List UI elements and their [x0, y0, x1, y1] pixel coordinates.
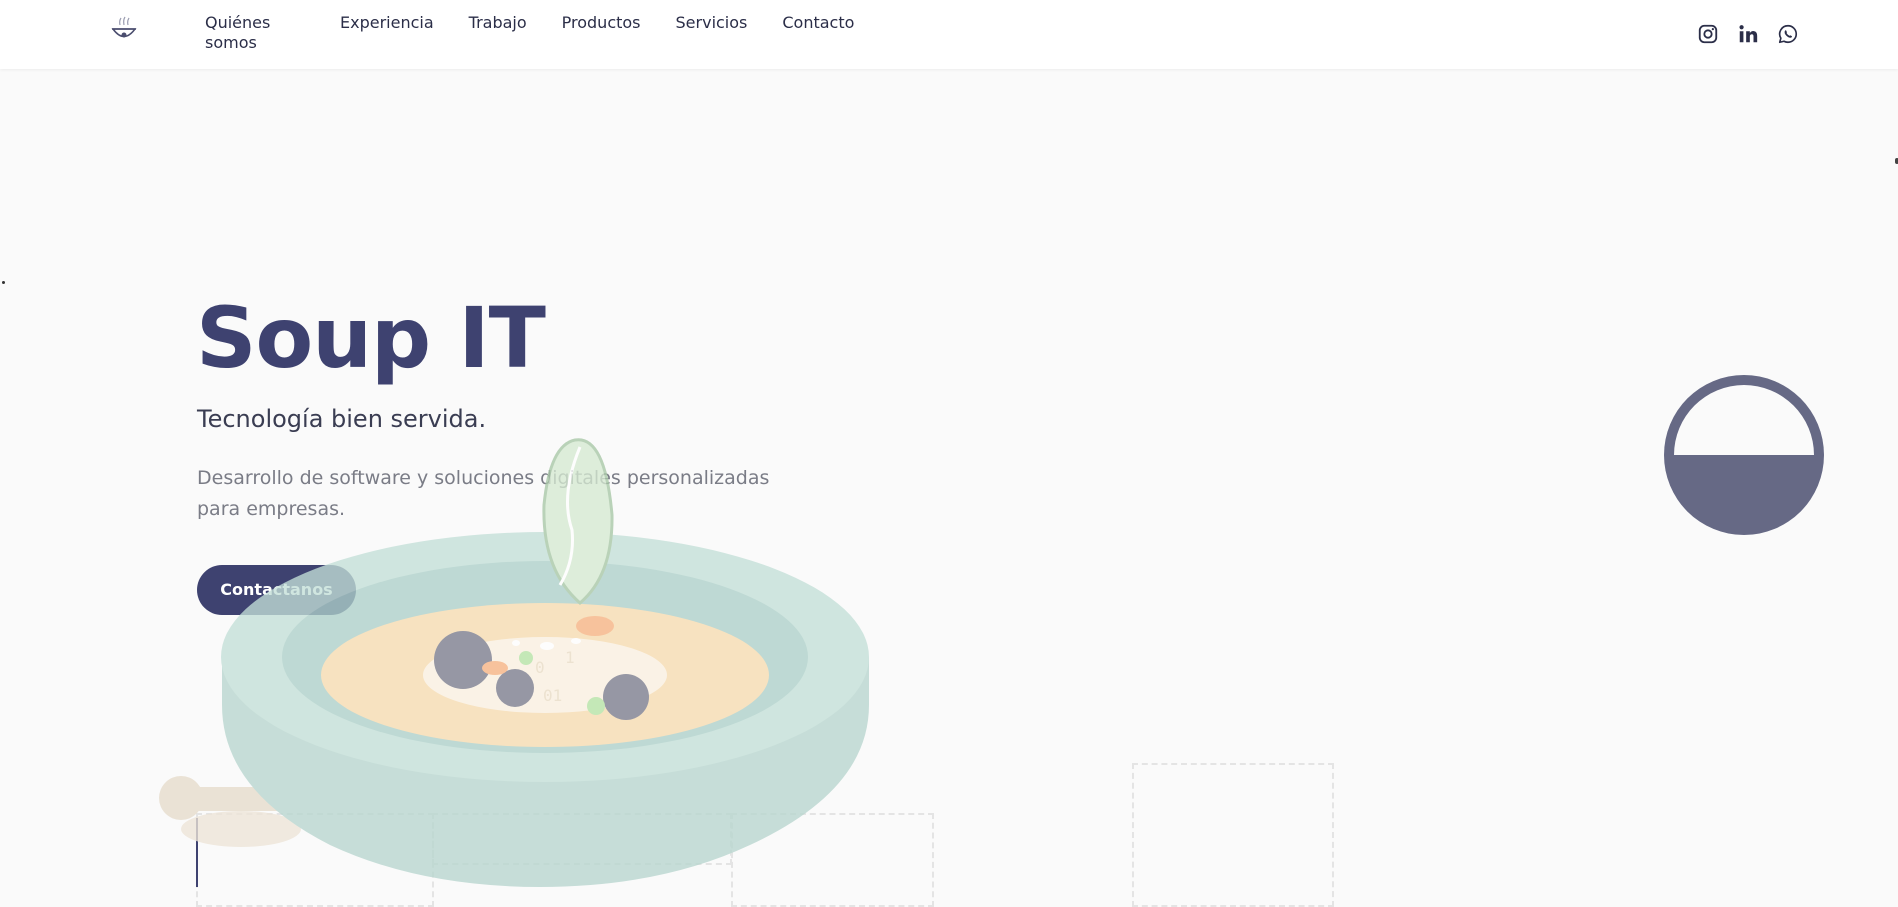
svg-text:01: 01 [543, 686, 562, 705]
soup-ingredients [434, 616, 649, 720]
scroll-indicator [196, 818, 198, 887]
hero-subtitle: Tecnología bien servida. [197, 405, 487, 433]
instagram-icon[interactable] [1697, 23, 1719, 45]
decorative-dashed-box [1132, 763, 1334, 907]
nav-link-quienes-somos[interactable]: Quiénes somos [205, 13, 305, 53]
contact-button[interactable]: Contactanos [197, 565, 356, 615]
nav-link-contacto[interactable]: Contacto [782, 13, 854, 33]
half-bowl-icon [1664, 375, 1824, 535]
decorative-dashed-box [196, 813, 434, 907]
whatsapp-icon[interactable] [1777, 23, 1799, 45]
nav-link-servicios[interactable]: Servicios [676, 13, 748, 33]
nav-link-experiencia[interactable]: Experiencia [340, 13, 434, 33]
hero-title: Soup IT [196, 289, 546, 387]
navbar: Quiénes somos Experiencia Trabajo Produc… [0, 0, 1898, 69]
stray-dot [2, 281, 5, 284]
nav-link-trabajo[interactable]: Trabajo [469, 13, 527, 33]
main-nav: Quiénes somos Experiencia Trabajo Produc… [205, 13, 854, 53]
soup-bowl-logo[interactable] [108, 14, 140, 46]
binary-digits-graphic: 0 1 01 [535, 648, 575, 705]
decorative-dashed-box [432, 813, 732, 865]
hero-description: Desarrollo de software y soluciones digi… [197, 467, 770, 520]
decorative-dashed-box [731, 813, 934, 907]
svg-text:1: 1 [565, 648, 575, 667]
linkedin-icon[interactable] [1737, 23, 1759, 45]
svg-text:0: 0 [535, 658, 545, 677]
nav-link-productos[interactable]: Productos [562, 13, 641, 33]
